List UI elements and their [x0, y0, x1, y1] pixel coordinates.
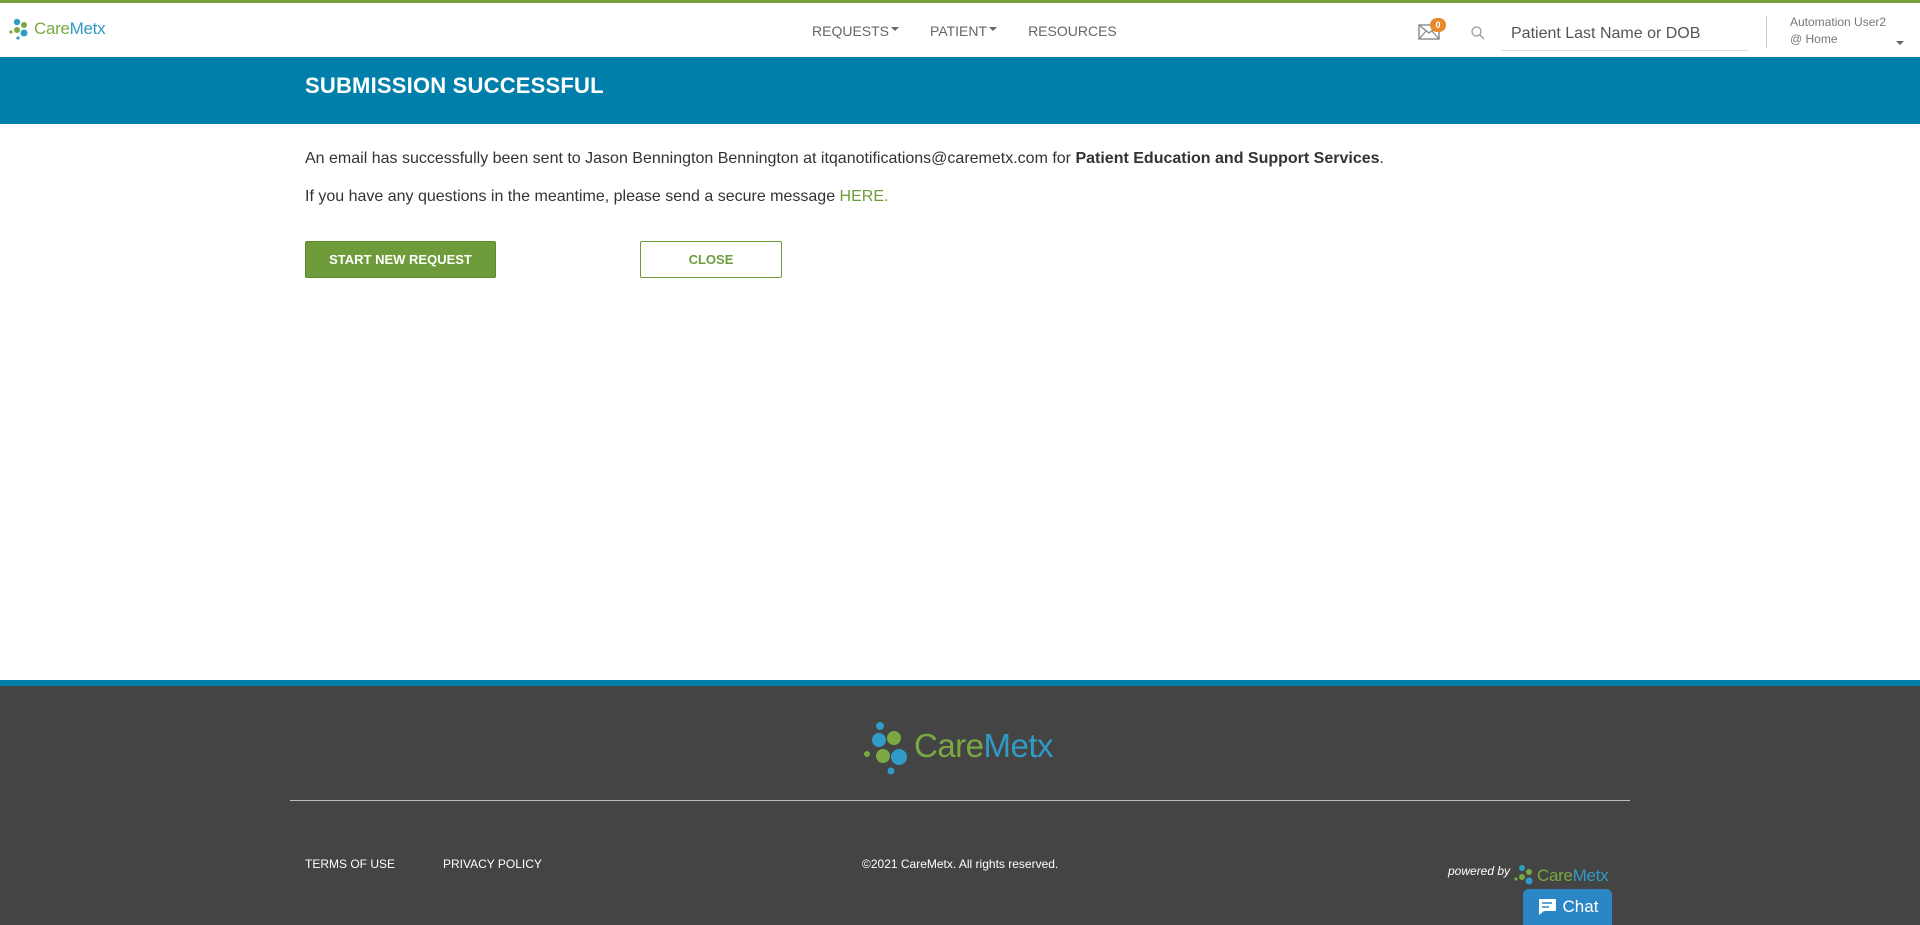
close-button[interactable]: CLOSE [640, 241, 782, 278]
logo-bubbles-icon [1514, 865, 1533, 885]
footer-divider [290, 800, 1630, 801]
nav-patient-label: PATIENT [930, 23, 988, 39]
start-new-request-button[interactable]: START NEW REQUEST [305, 241, 496, 278]
powered-by-logo: CareMetx [1513, 863, 1609, 889]
messages-button[interactable]: 0 [1418, 18, 1446, 40]
chat-button[interactable]: Chat [1523, 889, 1612, 925]
nav-requests[interactable]: REQUESTS [812, 23, 900, 39]
logo-bubbles-icon [864, 722, 907, 775]
user-location: @ Home [1790, 32, 1838, 46]
chevron-down-icon [989, 27, 998, 31]
confirmation-message: An email has successfully been sent to J… [305, 150, 1384, 168]
nav-resources-label: RESOURCES [1028, 23, 1117, 39]
powered-by-text: powered by [1448, 864, 1511, 878]
chat-bubble-icon [1538, 899, 1556, 915]
service-name: Patient Education and Support Services [1075, 150, 1380, 167]
caremetx-logo[interactable]: CareMetx [8, 17, 106, 41]
questions-message: If you have any questions in the meantim… [305, 188, 888, 206]
confirmation-message-text: An email has successfully been sent to J… [305, 150, 1076, 167]
terms-of-use-link[interactable]: TERMS OF USE [305, 857, 395, 871]
nav-requests-label: REQUESTS [812, 23, 890, 39]
header-divider [1766, 16, 1767, 48]
message-count-badge: 0 [1430, 18, 1446, 32]
patient-search-input[interactable] [1501, 17, 1748, 51]
user-name: Automation User2 [1790, 15, 1887, 29]
main-nav: REQUESTS PATIENT RESOURCES [812, 23, 1148, 39]
page-title: SUBMISSION SUCCESSFUL [305, 73, 604, 98]
chevron-down-icon [891, 27, 900, 31]
search-icon[interactable] [1470, 25, 1486, 41]
footer: CareMetx TERMS OF USE PRIVACY POLICY ©20… [0, 680, 1920, 925]
user-menu[interactable]: Automation User2 @ Home [1790, 14, 1886, 48]
logo-text: CareMetx [34, 19, 106, 38]
privacy-policy-link[interactable]: PRIVACY POLICY [443, 857, 542, 871]
user-menu-chevron-down-icon[interactable] [1896, 41, 1904, 45]
page-banner: SUBMISSION SUCCESSFUL [0, 57, 1920, 124]
nav-resources[interactable]: RESOURCES [1028, 23, 1117, 39]
top-navbar: CareMetx REQUESTS PATIENT RESOURCES 0 Au… [0, 0, 1920, 57]
chat-label: Chat [1562, 897, 1599, 916]
footer-logo: CareMetx [862, 716, 1054, 776]
confirmation-message-end: . [1379, 150, 1384, 167]
copyright-text: ©2021 CareMetx. All rights reserved. [862, 857, 1059, 871]
secure-message-link[interactable]: HERE. [840, 188, 889, 205]
logo-bubbles-icon [9, 18, 28, 40]
footer-logo-text: CareMetx [914, 727, 1054, 764]
questions-message-text: If you have any questions in the meantim… [305, 188, 840, 205]
powered-by-logo-text: CareMetx [1537, 866, 1609, 885]
nav-patient[interactable]: PATIENT [930, 23, 998, 39]
